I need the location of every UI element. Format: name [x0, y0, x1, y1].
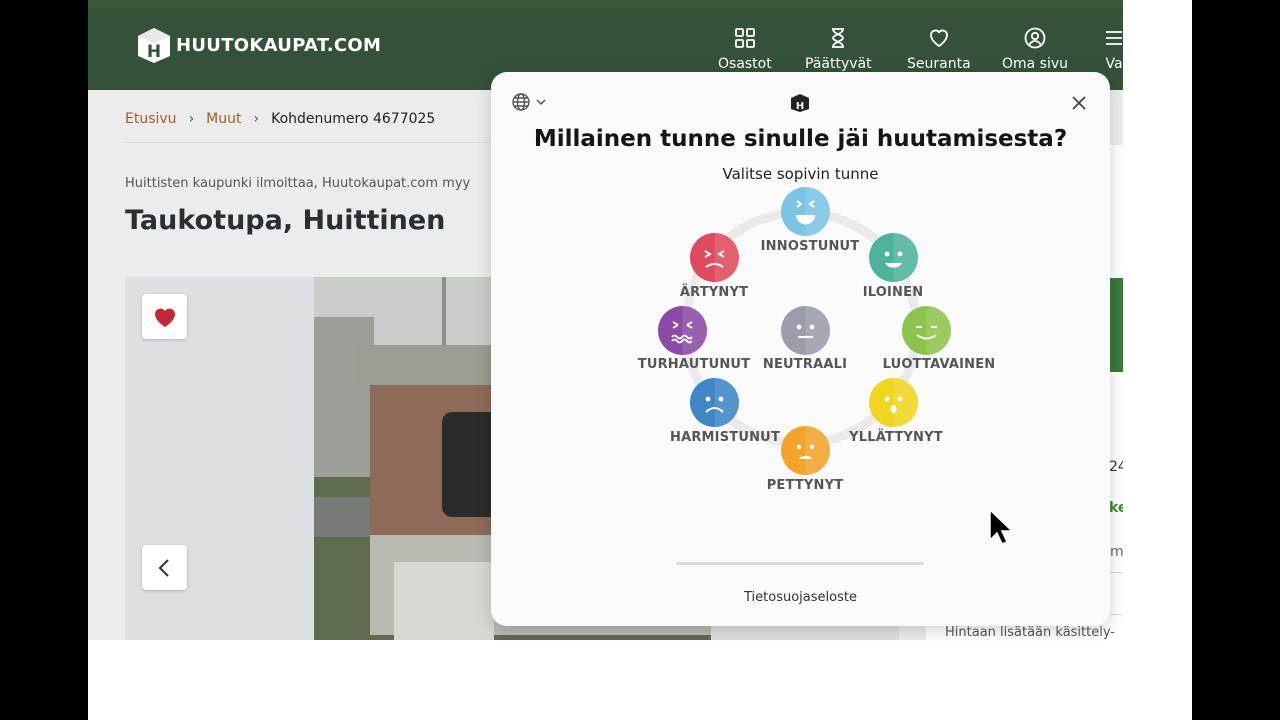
logo-box-icon: H — [138, 28, 170, 63]
emotion-neutraali-label[interactable]: NEUTRAALI — [763, 357, 847, 372]
neutraali-face-icon — [780, 305, 830, 355]
breadcrumb-divider — [125, 142, 545, 143]
page-title: Taukotupa, Huittinen — [125, 205, 446, 236]
emotion-artynyt-label[interactable]: ÄRTYNYT — [680, 285, 748, 300]
feedback-modal: H Millainen tunne sinulle jäi huutamises… — [491, 72, 1110, 626]
svg-text:H: H — [796, 101, 804, 112]
bid-panel-green-text: ke — [1109, 500, 1123, 516]
breadcrumb: Etusivu › Muut › Kohdenumero 4677025 — [125, 111, 435, 127]
emotion-iloinen-button[interactable] — [868, 232, 918, 282]
modal-subtitle: Valitse sopivin tunne — [722, 165, 879, 183]
modal-divider — [676, 562, 924, 565]
nav-paattyvat-label: Päättyvät — [805, 56, 872, 72]
favorite-button[interactable] — [142, 294, 187, 339]
emotion-luottavainen-button[interactable] — [901, 305, 951, 355]
logo-text: HUUTOKAUPAT.COM — [176, 34, 382, 56]
nav-oma-sivu[interactable]: Oma sivu — [1002, 26, 1068, 72]
bid-panel-number: 24 — [1109, 459, 1123, 475]
emotion-pettynyt-button[interactable] — [780, 425, 830, 475]
menu-icon — [1106, 31, 1122, 45]
bid-panel-text: m — [1110, 544, 1123, 560]
heart-icon — [929, 29, 948, 48]
chevron-left-icon — [158, 558, 169, 577]
hourglass-icon — [832, 28, 845, 48]
luottavainen-face-icon — [901, 305, 951, 355]
emotion-harmistunut-button[interactable] — [689, 377, 739, 427]
chevron-right-icon: › — [253, 111, 260, 127]
emotion-iloinen-label[interactable]: ILOINEN — [863, 285, 924, 300]
modal-title: Millainen tunne sinulle jäi huutamisesta… — [533, 126, 1068, 152]
user-icon — [1024, 27, 1046, 49]
nav-valikko-label: Va — [1105, 56, 1123, 72]
emotion-artynyt-button[interactable] — [689, 232, 739, 282]
breadcrumb-current: Kohdenumero 4677025 — [271, 111, 436, 127]
pettynyt-face-icon — [780, 425, 830, 475]
emotion-turhautunut-button[interactable] — [657, 305, 707, 355]
mouse-cursor-icon — [989, 508, 1014, 545]
emotion-turhautunut-label[interactable]: TURHAUTUNUT — [638, 357, 750, 372]
language-selector[interactable] — [511, 92, 547, 112]
emotion-innostunut-label[interactable]: INNOSTUNUT — [761, 239, 860, 254]
nav-osastot-label: Osastot — [718, 56, 772, 72]
privacy-link[interactable]: Tietosuojaseloste — [491, 590, 1110, 605]
nav-paattyvat[interactable]: Päättyvät — [805, 26, 872, 72]
previous-image-button[interactable] — [142, 545, 187, 590]
seller-line: Huittisten kaupunki ilmoittaa, Huutokaup… — [125, 176, 471, 191]
emotion-neutraali-button[interactable] — [780, 305, 830, 355]
chevron-down-icon — [536, 99, 546, 106]
emotion-yllattynyt-label[interactable]: YLLÄTTYNYT — [849, 430, 943, 445]
grid-icon — [734, 28, 755, 48]
heart-icon — [154, 308, 175, 327]
nav-osastot[interactable]: Osastot — [718, 26, 772, 72]
iloinen-face-icon — [868, 232, 918, 282]
nav-seuranta[interactable]: Seuranta — [907, 26, 971, 72]
svg-text:H: H — [147, 42, 161, 62]
close-button[interactable] — [1069, 93, 1089, 113]
emotion-luottavainen-label[interactable]: LUOTTAVAINEN — [883, 357, 996, 372]
yllattynyt-face-icon — [868, 377, 918, 427]
emotion-pettynyt-label[interactable]: PETTYNYT — [767, 478, 844, 493]
nav-valikko[interactable]: Va — [1102, 26, 1123, 72]
globe-icon — [512, 93, 530, 111]
brand-logo-icon: H — [791, 94, 809, 112]
harmistunut-face-icon — [689, 377, 739, 427]
close-icon — [1072, 96, 1086, 110]
nav-oma-sivu-label: Oma sivu — [1002, 56, 1069, 72]
emotion-harmistunut-label[interactable]: HARMISTUNUT — [670, 430, 780, 445]
turhautunut-face-icon — [657, 305, 707, 355]
chevron-right-icon: › — [188, 111, 195, 127]
breadcrumb-category[interactable]: Muut — [206, 111, 241, 127]
breadcrumb-home[interactable]: Etusivu — [125, 111, 177, 127]
top-strip — [88, 0, 1123, 8]
emotion-innostunut-button[interactable] — [780, 186, 830, 236]
price-note: Hintaan lisätään käsittely- — [945, 625, 1116, 640]
site-logo[interactable]: H HUUTOKAUPAT.COM — [134, 26, 381, 64]
screen: H HUUTOKAUPAT.COM Osastot Päättyvät Seur… — [0, 0, 1280, 720]
artynyt-face-icon — [689, 232, 739, 282]
innostunut-face-icon — [780, 186, 830, 236]
emotion-yllattynyt-button[interactable] — [868, 377, 918, 427]
nav-seuranta-label: Seuranta — [907, 56, 971, 72]
